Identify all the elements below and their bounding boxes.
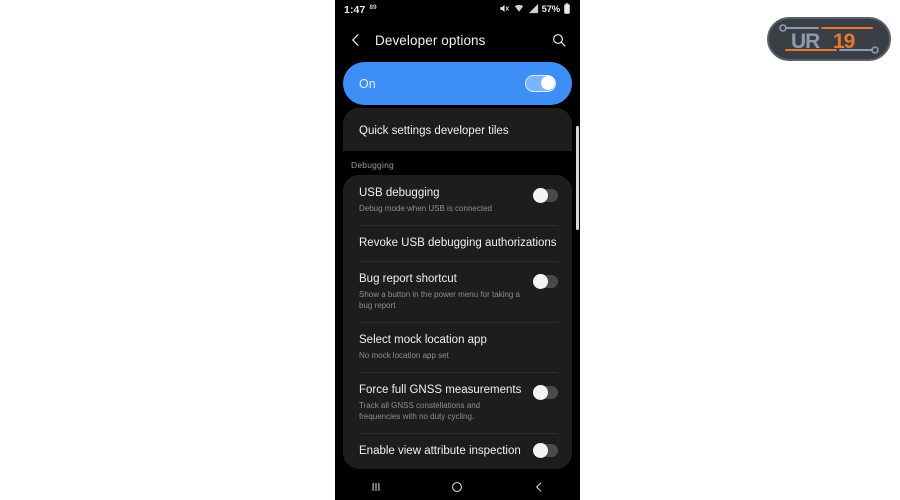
system-navigation-bar bbox=[335, 474, 580, 500]
usb-debugging-toggle[interactable] bbox=[533, 188, 558, 203]
settings-card-debugging: USB debugging Debug mode when USB is con… bbox=[343, 175, 572, 469]
master-toggle-switch[interactable] bbox=[525, 75, 556, 92]
list-item-title: Quick settings developer tiles bbox=[359, 125, 509, 137]
watermark-logo: UR 19 bbox=[767, 17, 891, 61]
list-item-bug-report-shortcut[interactable]: Bug report shortcut Show a button in the… bbox=[343, 261, 572, 322]
search-icon bbox=[553, 34, 566, 47]
list-item-title: Revoke USB debugging authorizations bbox=[359, 237, 557, 249]
force-full-gnss-measurements-toggle[interactable] bbox=[533, 385, 558, 400]
list-scrollbar-thumb[interactable] bbox=[576, 126, 579, 230]
master-toggle-label: On bbox=[359, 76, 376, 91]
search-button[interactable] bbox=[548, 29, 570, 51]
bug-report-shortcut-toggle[interactable] bbox=[533, 274, 558, 289]
watermark-text-primary: UR bbox=[791, 30, 820, 53]
list-item-title: Enable view attribute inspection bbox=[359, 445, 521, 457]
list-item-quick-settings-developer-tiles[interactable]: Quick settings developer tiles bbox=[343, 108, 572, 151]
phone-screen: 1:47 89 57% Developer options On Quick s… bbox=[335, 0, 580, 500]
list-item-subtitle: Show a button in the power menu for taki… bbox=[359, 290, 520, 310]
settings-list[interactable]: Quick settings developer tiles Debugging… bbox=[335, 108, 580, 474]
home-circle-icon bbox=[452, 482, 463, 492]
list-item-subtitle: Debug mode when USB is connected bbox=[359, 204, 492, 213]
status-bar-clock: 1:47 bbox=[344, 3, 366, 16]
back-nav-button[interactable] bbox=[518, 476, 560, 498]
enable-view-attribute-inspection-toggle[interactable] bbox=[533, 443, 558, 458]
app-bar: Developer options bbox=[335, 19, 580, 61]
list-item-title: Bug report shortcut bbox=[359, 273, 457, 285]
status-bar-indicators: 57% bbox=[499, 1, 571, 19]
list-item-subtitle: No mock location app set bbox=[359, 351, 449, 360]
page-title: Developer options bbox=[375, 32, 486, 48]
signal-icon bbox=[528, 1, 539, 19]
wifi-icon bbox=[513, 1, 525, 19]
status-bar: 1:47 89 57% bbox=[335, 0, 580, 19]
list-item-revoke-usb-debugging-authorizations[interactable]: Revoke USB debugging authorizations bbox=[343, 225, 572, 261]
list-item-subtitle: Track all GNSS constellations and freque… bbox=[359, 401, 481, 421]
list-item-force-full-gnss-measurements[interactable]: Force full GNSS measurements Track all G… bbox=[343, 372, 572, 433]
recents-icon bbox=[372, 483, 380, 491]
settings-card-top: Quick settings developer tiles bbox=[343, 108, 572, 151]
status-bar-temperature: 89 bbox=[369, 4, 377, 11]
list-item-usb-debugging[interactable]: USB debugging Debug mode when USB is con… bbox=[343, 175, 572, 225]
recents-button[interactable] bbox=[355, 476, 397, 498]
list-item-enable-view-attribute-inspection[interactable]: Enable view attribute inspection bbox=[343, 433, 572, 469]
home-button[interactable] bbox=[436, 476, 478, 498]
chevron-left-icon bbox=[352, 34, 359, 46]
list-item-title: Force full GNSS measurements bbox=[359, 384, 522, 396]
developer-options-master-toggle[interactable]: On bbox=[343, 62, 572, 105]
watermark-text-secondary: 19 bbox=[833, 30, 855, 53]
battery-percent-label: 57% bbox=[541, 4, 561, 15]
back-chevron-icon bbox=[536, 482, 542, 492]
mute-icon bbox=[499, 1, 510, 19]
section-header-debugging: Debugging bbox=[351, 160, 394, 170]
back-button[interactable] bbox=[345, 29, 367, 51]
battery-icon bbox=[563, 1, 571, 19]
list-item-select-mock-location-app[interactable]: Select mock location app No mock locatio… bbox=[343, 322, 572, 372]
list-item-title: USB debugging bbox=[359, 187, 440, 199]
list-item-title: Select mock location app bbox=[359, 334, 487, 346]
